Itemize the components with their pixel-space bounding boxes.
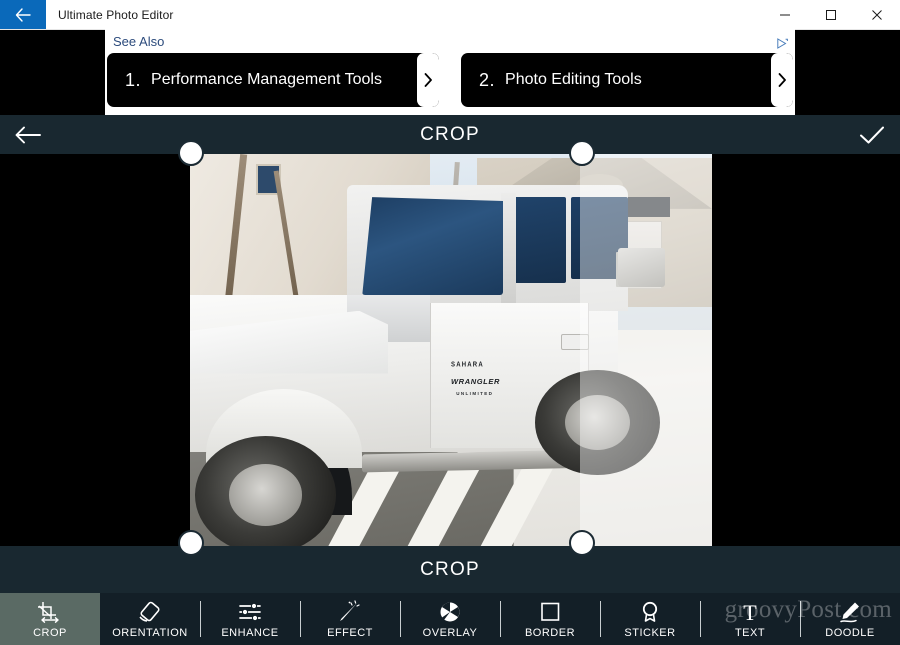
ad-header: See Also bbox=[105, 29, 795, 53]
close-button[interactable] bbox=[854, 0, 900, 29]
ad-card-go-button[interactable] bbox=[417, 53, 439, 107]
tool-border[interactable]: BORDER bbox=[500, 593, 600, 645]
crop-handle-bottom-left[interactable] bbox=[178, 530, 204, 556]
ad-card[interactable]: 1 Performance Management Tools bbox=[107, 53, 439, 107]
minimize-icon bbox=[780, 14, 790, 15]
advertisement-banner: See Also 1 Performance Management Tools bbox=[105, 29, 795, 115]
minimize-button[interactable] bbox=[762, 0, 808, 29]
arrow-left-icon bbox=[15, 7, 31, 22]
tool-crop[interactable]: CROP bbox=[0, 593, 100, 645]
jeep-badge-unlimited: UNLIMITED bbox=[456, 391, 494, 397]
svg-text:T: T bbox=[743, 600, 757, 624]
jeep-badge-sahara: SAHARA bbox=[451, 361, 484, 369]
close-icon bbox=[872, 9, 882, 20]
pencil-icon bbox=[837, 600, 863, 624]
tool-label: BORDER bbox=[524, 626, 576, 639]
crop-icon bbox=[34, 600, 66, 624]
jeep-side-window bbox=[513, 197, 566, 284]
window-controls bbox=[762, 0, 900, 29]
chevron-right-icon bbox=[424, 73, 432, 87]
editor-title: CROP bbox=[420, 123, 480, 145]
crop-mode-label: CROP bbox=[420, 558, 480, 580]
arrow-left-icon bbox=[15, 126, 41, 143]
tool-text[interactable]: T TEXT bbox=[700, 593, 800, 645]
window-back-button[interactable] bbox=[0, 0, 46, 29]
tool-sticker[interactable]: STICKER bbox=[600, 593, 700, 645]
photo-canvas[interactable]: SAHARA WRANGLER UNLIMITED bbox=[0, 154, 900, 546]
app-window: Ultimate Photo Editor See Also 1 . Perfo… bbox=[0, 0, 900, 645]
crop-handle-top-right[interactable] bbox=[569, 140, 595, 166]
editor-header: CROP bbox=[0, 115, 900, 154]
ad-card-number: 1 bbox=[107, 70, 143, 91]
ad-see-also-label: See Also bbox=[113, 33, 165, 49]
jeep-mirror bbox=[618, 248, 665, 288]
ad-card-label: Performance Management Tools bbox=[151, 71, 382, 88]
jeep-door-handle bbox=[560, 334, 589, 351]
tool-doodle[interactable]: DOODLE bbox=[800, 593, 900, 645]
jeep-rim bbox=[564, 394, 630, 450]
tool-label: ENHANCE bbox=[221, 626, 279, 639]
ad-card-list: 1 Performance Management Tools 2 Photo E… bbox=[105, 53, 795, 111]
window-title: Ultimate Photo Editor bbox=[58, 7, 174, 22]
chevron-right-icon bbox=[778, 73, 786, 87]
check-icon bbox=[860, 126, 884, 143]
jeep-front-tire bbox=[195, 436, 337, 546]
ad-card-go-button[interactable] bbox=[771, 53, 793, 107]
tool-label: DOODLE bbox=[825, 626, 875, 639]
ad-card[interactable]: 2 Photo Editing Tools bbox=[461, 53, 793, 107]
tool-orentation[interactable]: ORENTATION bbox=[100, 593, 200, 645]
tool-label: OVERLAY bbox=[422, 626, 478, 639]
ad-card-label: Photo Editing Tools bbox=[505, 71, 642, 88]
magic-wand-icon bbox=[337, 599, 363, 624]
maximize-icon bbox=[826, 9, 836, 20]
window-title-bar: Ultimate Photo Editor bbox=[0, 0, 900, 30]
crop-mode-band: CROP bbox=[0, 546, 900, 593]
tool-enhance[interactable]: ENHANCE bbox=[200, 593, 300, 645]
tool-label: ORENTATION bbox=[112, 626, 188, 639]
maximize-button[interactable] bbox=[808, 0, 854, 29]
text-t-icon: T bbox=[738, 600, 762, 624]
tool-label: STICKER bbox=[624, 626, 676, 639]
tool-label: CROP bbox=[33, 626, 67, 639]
tool-bar: CROP ORENTATION ENHANCE EFFECT OVERLAY B… bbox=[0, 593, 900, 645]
editor-confirm-button[interactable] bbox=[844, 125, 900, 145]
badge-icon bbox=[638, 600, 662, 624]
overlay-icon bbox=[437, 600, 463, 624]
rotate-icon bbox=[137, 600, 163, 624]
photo-image[interactable]: SAHARA WRANGLER UNLIMITED bbox=[190, 154, 712, 546]
crop-handle-bottom-right[interactable] bbox=[569, 530, 595, 556]
jeep-rear-tire bbox=[534, 369, 660, 476]
square-icon bbox=[538, 600, 562, 624]
sliders-icon bbox=[236, 600, 264, 624]
adchoices-icon[interactable] bbox=[777, 36, 788, 49]
crop-handle-top-left[interactable] bbox=[178, 140, 204, 166]
tool-effect[interactable]: EFFECT bbox=[300, 593, 400, 645]
jeep-badge-wrangler: WRANGLER bbox=[451, 377, 500, 387]
jeep-rim bbox=[229, 464, 303, 526]
tool-label: TEXT bbox=[734, 626, 766, 639]
tool-label: EFFECT bbox=[327, 626, 373, 639]
editor-back-button[interactable] bbox=[0, 126, 56, 144]
jeep-windshield bbox=[362, 197, 504, 296]
ad-card-number: 2 bbox=[461, 70, 497, 91]
tool-overlay[interactable]: OVERLAY bbox=[400, 593, 500, 645]
